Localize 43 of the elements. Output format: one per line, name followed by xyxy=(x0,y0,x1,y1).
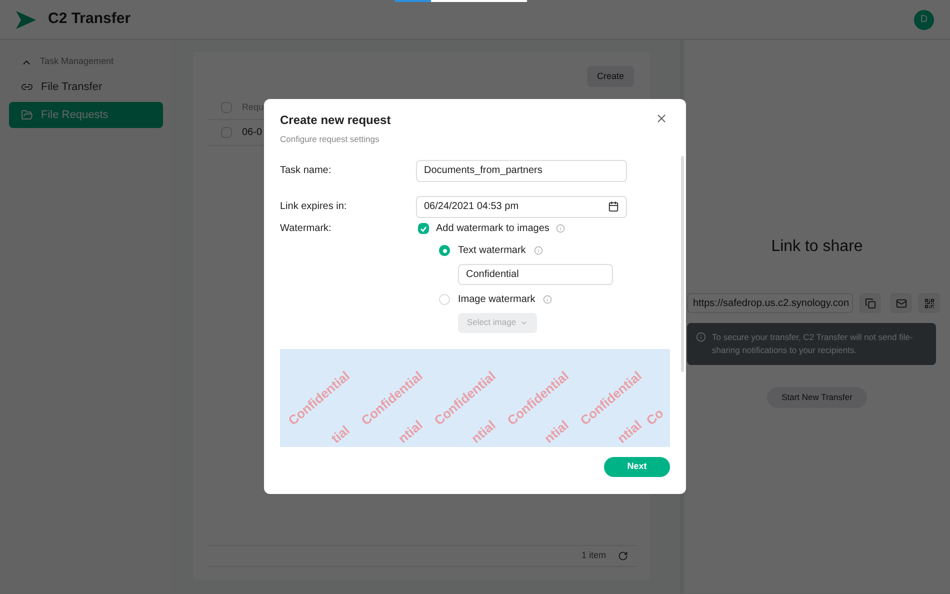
field-label: Task name: xyxy=(280,164,332,178)
folder-icon xyxy=(21,109,33,121)
start-transfer-button[interactable]: Start New Transfer xyxy=(767,387,867,408)
user-avatar[interactable]: D xyxy=(914,10,934,30)
table-cell-text: 06-0 xyxy=(242,126,262,140)
radio-label: Text watermark xyxy=(458,244,526,258)
panel-title: Link to share xyxy=(771,237,863,257)
copy-button[interactable] xyxy=(859,293,881,313)
date-field[interactable]: 06/24/2021 04:53 pm xyxy=(416,196,627,218)
app-title: C2 Transfer xyxy=(48,9,131,30)
sidebar-item[interactable]: File Transfer xyxy=(9,74,163,100)
watermark-text: Co xyxy=(642,404,668,430)
watermark-text: tial xyxy=(328,422,354,448)
field-label: Link expires in: xyxy=(280,200,348,214)
link-icon xyxy=(21,81,33,93)
checkbox[interactable] xyxy=(418,223,429,234)
info-icon xyxy=(543,295,552,304)
email-button[interactable] xyxy=(890,293,912,313)
sidebar-item[interactable]: File Requests xyxy=(9,102,163,128)
task-name-field[interactable]: Documents_from_partners xyxy=(416,160,627,182)
info-icon xyxy=(556,224,566,234)
refresh-icon[interactable] xyxy=(618,551,628,561)
item-count: 1 item xyxy=(581,549,606,562)
copy-icon xyxy=(864,298,876,308)
radio-button[interactable] xyxy=(439,245,450,256)
dialog-subtitle: Configure request settings xyxy=(280,133,380,146)
checkbox-label: Add watermark to images xyxy=(436,222,550,236)
info-icon xyxy=(534,246,543,256)
radio-label: Image watermark xyxy=(458,293,536,308)
field-label: Watermark: xyxy=(280,222,332,236)
info-icon xyxy=(696,332,706,342)
notice-text: To secure your transfer, C2 Transfer will not send file-sharing notifications to your recipients. xyxy=(712,331,914,357)
calendar-icon xyxy=(608,201,619,212)
next-button[interactable]: Next xyxy=(604,456,670,477)
mail-icon xyxy=(896,298,906,308)
qr-code-icon xyxy=(924,298,934,308)
logo-icon xyxy=(16,10,36,28)
watermark-text-field[interactable]: Confidential xyxy=(458,264,613,285)
create-button[interactable]: Create xyxy=(586,66,634,87)
link-field[interactable]: https://safedrop.us.c2.synology.con xyxy=(687,293,853,313)
qr-code-button[interactable] xyxy=(918,293,940,313)
close-icon[interactable] xyxy=(655,112,668,125)
dialog-title: Create new request xyxy=(280,112,392,129)
